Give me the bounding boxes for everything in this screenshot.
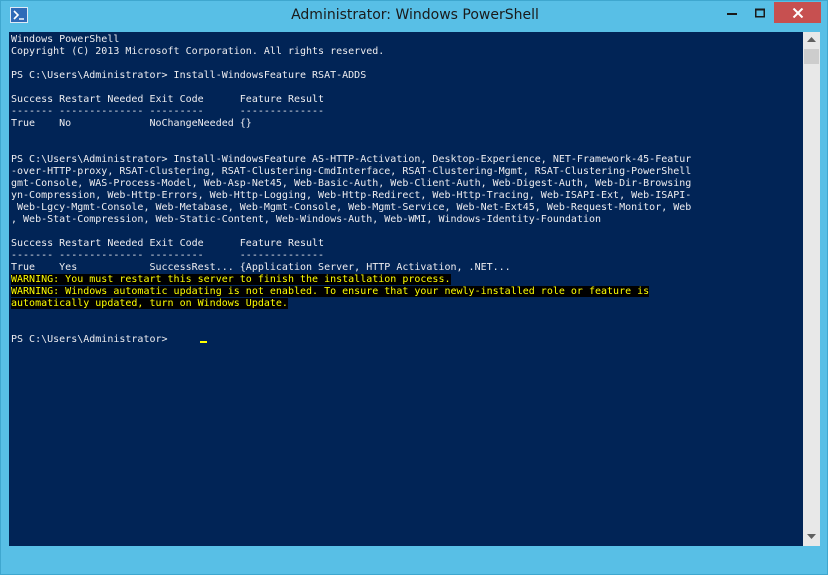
console-line-text: Copyright (C) 2013 Microsoft Corporation…	[11, 46, 385, 57]
console-line: yn-Compression, Web-Http-Errors, Web-Htt…	[11, 190, 691, 202]
console-line-text: -over-HTTP-proxy, RSAT-Clustering, RSAT-…	[11, 166, 692, 177]
console-line: Copyright (C) 2013 Microsoft Corporation…	[11, 46, 691, 58]
console-warning-line: WARNING: You must restart this server to…	[11, 274, 691, 286]
console-line: PS C:\Users\Administrator> Install-Windo…	[11, 70, 691, 82]
console-line-text: ------- -------------- --------- -------…	[11, 250, 325, 261]
console-line-text: Success Restart Needed Exit Code Feature…	[11, 94, 325, 105]
close-button[interactable]	[774, 2, 821, 23]
console-line-text: WARNING: You must restart this server to…	[11, 274, 451, 285]
arrow-down-icon	[807, 534, 816, 539]
console-line: ------- -------------- --------- -------…	[11, 106, 691, 118]
close-icon	[792, 7, 803, 18]
console-line: Success Restart Needed Exit Code Feature…	[11, 94, 691, 106]
console-line-text: , Web-Stat-Compression, Web-Static-Conte…	[11, 214, 602, 225]
powershell-window: Administrator: Windows PowerShell Window…	[0, 0, 828, 575]
scroll-thumb[interactable]	[804, 49, 819, 64]
vertical-scrollbar[interactable]	[803, 32, 820, 546]
console-line-text: Web-Lgcy-Mgmt-Console, Web-Metabase, Web…	[11, 202, 692, 213]
console-line-text: ------- -------------- --------- -------…	[11, 106, 325, 117]
console-line: -over-HTTP-proxy, RSAT-Clustering, RSAT-…	[11, 166, 691, 178]
scroll-up-button[interactable]	[803, 32, 820, 49]
console-line-text: Windows PowerShell	[11, 34, 120, 45]
console-line-text: yn-Compression, Web-Http-Errors, Web-Htt…	[11, 190, 692, 201]
window-corner	[803, 546, 820, 561]
text-cursor	[200, 341, 207, 343]
console-line-text: gmt-Console, WAS-Process-Model, Web-Asp-…	[11, 178, 692, 189]
console-line: Windows PowerShell	[11, 34, 691, 46]
arrow-up-icon	[807, 37, 816, 42]
console-line-text: Success Restart Needed Exit Code Feature…	[11, 238, 325, 249]
console-line: , Web-Stat-Compression, Web-Static-Conte…	[11, 214, 691, 226]
maximize-icon	[754, 8, 765, 17]
console-line-text: PS C:\Users\Administrator>	[11, 334, 168, 345]
console-lines: Windows PowerShell Copyright (C) 2013 Mic…	[11, 34, 691, 346]
console-line: ------- -------------- --------- -------…	[11, 250, 691, 262]
console-line: PS C:\Users\Administrator>	[11, 334, 691, 346]
window-title: Administrator: Windows PowerShell	[291, 7, 539, 23]
scroll-down-button[interactable]	[803, 529, 820, 546]
console-line-text: True No NoChangeNeeded {}	[11, 118, 252, 129]
console-line-text: True Yes SuccessRest... {Application Ser…	[11, 262, 511, 273]
console-line-text: WARNING: Windows automatic updating is n…	[11, 286, 650, 297]
console-line: True Yes SuccessRest... {Application Ser…	[11, 262, 691, 274]
minimize-icon	[727, 12, 737, 15]
console-line: Success Restart Needed Exit Code Feature…	[11, 238, 691, 250]
minimize-button[interactable]	[719, 2, 745, 23]
maximize-button[interactable]	[746, 2, 773, 23]
console-line: PS C:\Users\Administrator> Install-Windo…	[11, 154, 691, 166]
console-line: gmt-Console, WAS-Process-Model, Web-Asp-…	[11, 178, 691, 190]
title-bar[interactable]: Administrator: Windows PowerShell	[1, 1, 828, 32]
console-output[interactable]: Windows PowerShell Copyright (C) 2013 Mic…	[9, 32, 803, 546]
console-line: Web-Lgcy-Mgmt-Console, Web-Metabase, Web…	[11, 202, 691, 214]
console-line-text: PS C:\Users\Administrator> Install-Windo…	[11, 154, 692, 165]
console-line-text: automatically updated, turn on Windows U…	[11, 298, 288, 309]
console-line: True No NoChangeNeeded {}	[11, 118, 691, 130]
console-warning-line: WARNING: Windows automatic updating is n…	[11, 286, 691, 298]
console-line-text: PS C:\Users\Administrator> Install-Windo…	[11, 70, 367, 81]
console-warning-line: automatically updated, turn on Windows U…	[11, 298, 691, 310]
